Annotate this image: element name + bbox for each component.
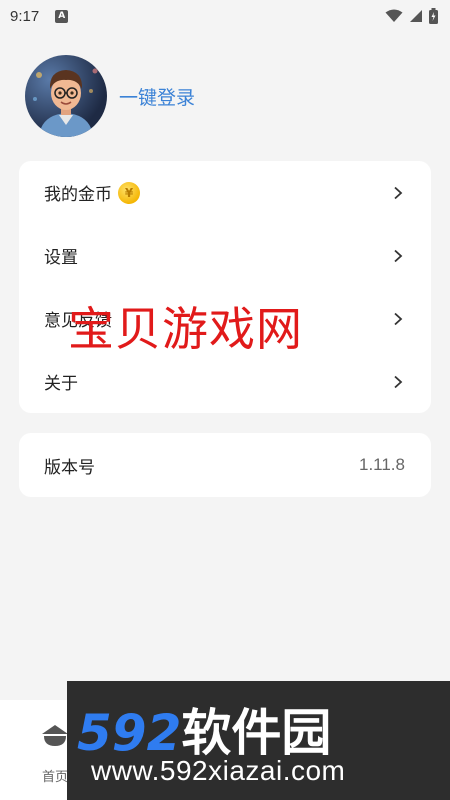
status-icons xyxy=(385,8,438,24)
banner-brand-name: 软件园 xyxy=(181,704,332,762)
chevron-right-icon xyxy=(394,186,403,199)
version-card: 版本号 1.11.8 xyxy=(19,433,431,497)
chevron-right-icon xyxy=(394,249,403,262)
status-bar: 9:17 A xyxy=(0,0,450,32)
menu-item-label: 设置 xyxy=(44,248,78,268)
banner-url: www.592xiazai.com xyxy=(91,755,346,786)
battery-icon xyxy=(429,8,438,24)
avatar-illustration xyxy=(33,68,98,137)
version-row: 版本号 1.11.8 xyxy=(19,433,431,497)
menu-item-label: 我的金币 xyxy=(44,185,112,205)
version-label: 版本号 xyxy=(44,457,95,478)
chevron-right-icon xyxy=(394,375,403,388)
menu-item-coins[interactable]: 我的金币 ¥ xyxy=(19,161,431,224)
menu-item-about[interactable]: 关于 xyxy=(19,350,431,413)
watermark-text: 宝贝游戏网 xyxy=(68,302,303,356)
one-click-login-link[interactable]: 一键登录 xyxy=(119,83,195,110)
banner-brand-number: 592 xyxy=(77,704,182,762)
version-value: 1.11.8 xyxy=(358,455,405,474)
wifi-icon xyxy=(385,9,403,22)
menu-item-settings[interactable]: 设置 xyxy=(19,224,431,287)
avatar[interactable] xyxy=(25,55,107,137)
home-icon xyxy=(42,725,68,746)
chevron-right-icon xyxy=(394,312,403,325)
signal-icon xyxy=(410,10,422,22)
coin-icon: ¥ xyxy=(118,181,140,204)
nav-home-label: 首页 xyxy=(41,770,68,785)
status-time: 9:17 xyxy=(10,7,40,25)
menu-card: 我的金币 ¥ 设置 意见反馈 关于 xyxy=(19,161,431,413)
profile-header: 一键登录 xyxy=(25,55,195,137)
watermark-banner: 592软件园 www.592xiazai.com xyxy=(67,681,450,800)
menu-item-label: 关于 xyxy=(44,374,78,394)
notification-icon: A xyxy=(55,9,69,23)
